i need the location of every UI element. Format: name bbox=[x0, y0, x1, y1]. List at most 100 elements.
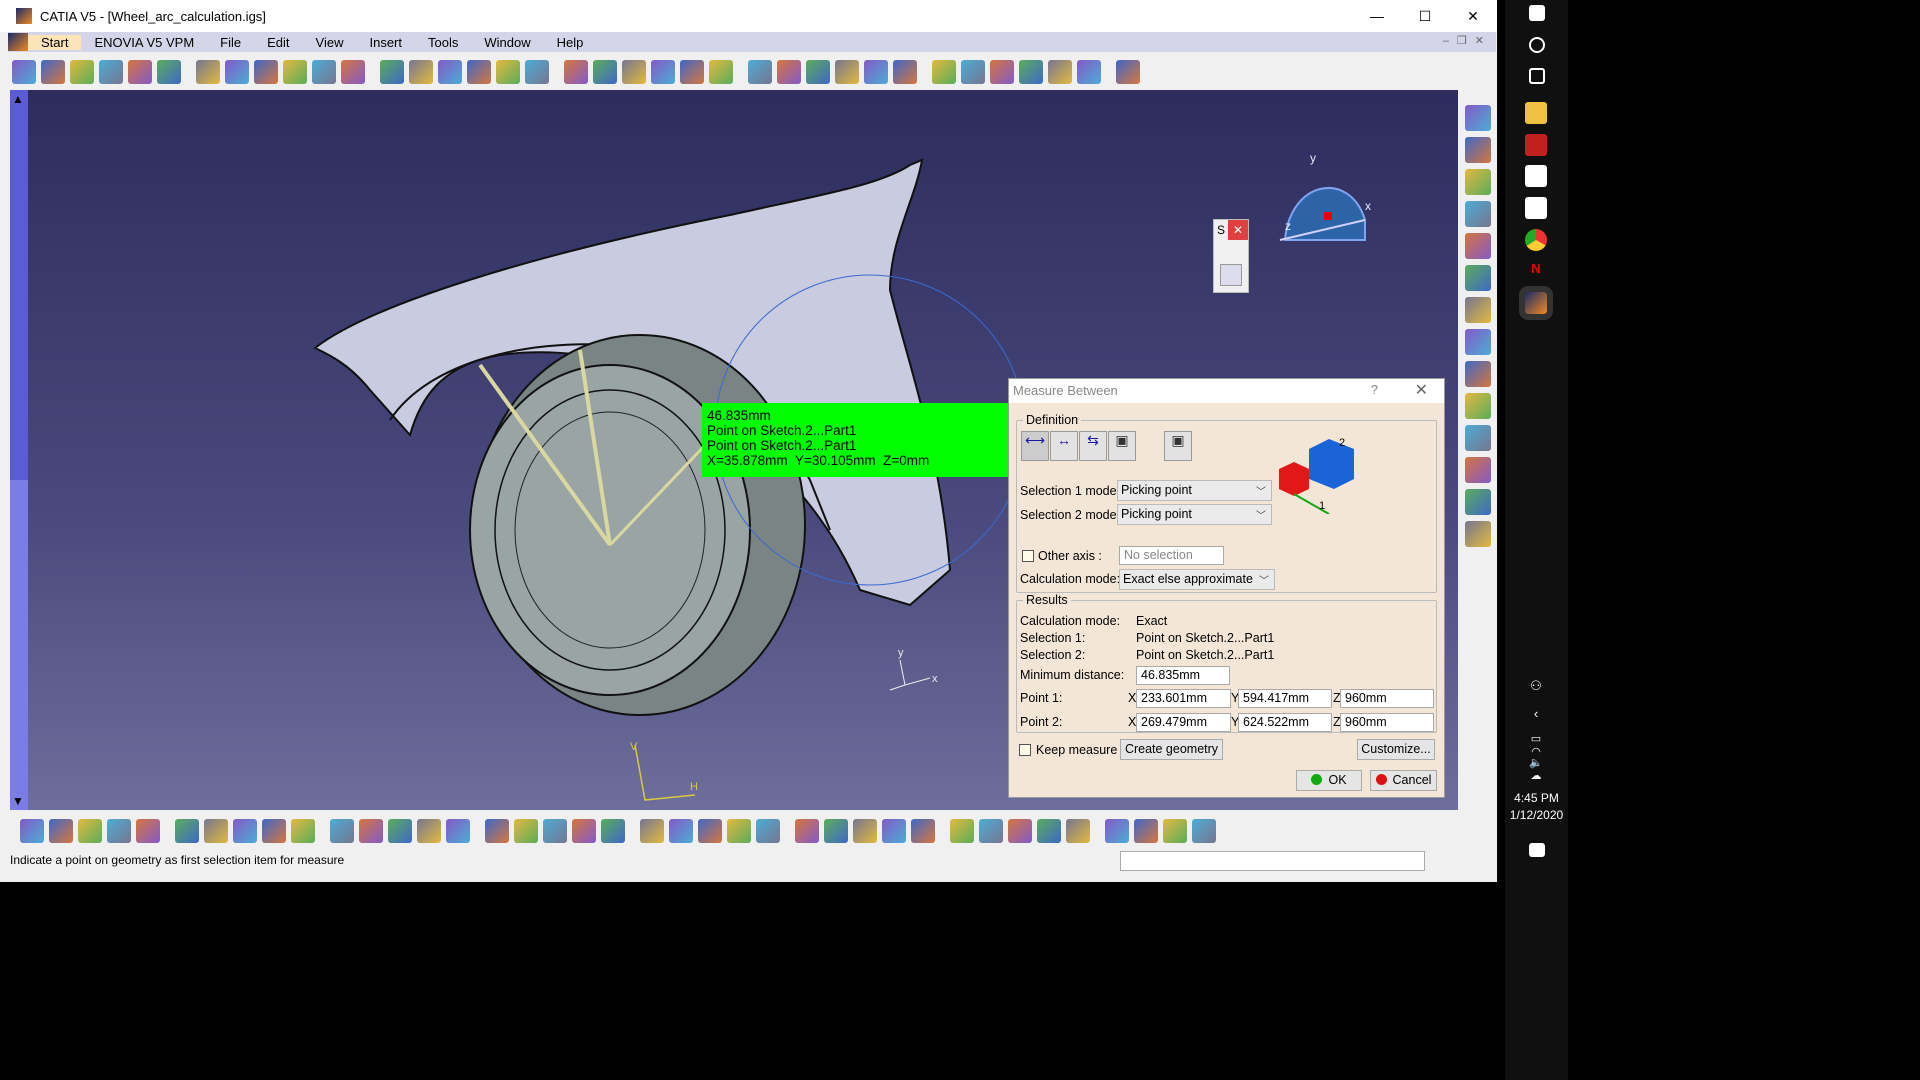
trim-icon[interactable] bbox=[525, 60, 549, 84]
help-button[interactable]: ? bbox=[1371, 382, 1378, 397]
working-support-icon[interactable] bbox=[1134, 819, 1158, 843]
save-icon[interactable] bbox=[78, 819, 102, 843]
document-window-controls[interactable]: –❐✕ bbox=[1443, 34, 1492, 47]
point1-x-field[interactable]: 233.601mm bbox=[1136, 689, 1231, 708]
shape-icon[interactable] bbox=[1464, 457, 1491, 483]
customize-button[interactable]: Customize... bbox=[1357, 739, 1435, 760]
calculation-mode-dropdown[interactable]: Exact else approximate ﹀ bbox=[1119, 569, 1275, 590]
open-icon[interactable] bbox=[49, 819, 73, 843]
search-icon[interactable] bbox=[1529, 37, 1545, 53]
dialog-close-button[interactable]: ✕ bbox=[1415, 380, 1428, 400]
menu-enovia[interactable]: ENOVIA V5 VPM bbox=[81, 35, 207, 50]
menu-tools[interactable]: Tools bbox=[415, 35, 471, 50]
battery-icon[interactable]: ▭ ◠ bbox=[1525, 732, 1547, 758]
close-button[interactable]: ✕ bbox=[1449, 0, 1497, 32]
heal-icon[interactable] bbox=[380, 60, 404, 84]
inertia-icon[interactable] bbox=[1008, 819, 1032, 843]
join-icon[interactable] bbox=[341, 60, 365, 84]
normal-view-icon[interactable] bbox=[727, 819, 751, 843]
create-geometry-button[interactable]: Create geometry bbox=[1120, 739, 1223, 760]
clock[interactable]: 4:45 PM 1/12/2020 bbox=[1505, 790, 1568, 824]
surface-icon[interactable] bbox=[1464, 393, 1491, 419]
catia-taskbar-icon[interactable] bbox=[1519, 286, 1553, 320]
pad-icon[interactable] bbox=[196, 60, 220, 84]
point-icon[interactable] bbox=[932, 60, 956, 84]
netflix-icon[interactable]: N bbox=[1525, 261, 1547, 283]
cancel-button[interactable]: Cancel bbox=[1370, 770, 1437, 791]
menu-insert[interactable]: Insert bbox=[356, 35, 415, 50]
swap-icon[interactable] bbox=[882, 819, 906, 843]
cut-icon[interactable] bbox=[136, 819, 160, 843]
menu-view[interactable]: View bbox=[303, 35, 357, 50]
grid-icon[interactable] bbox=[893, 60, 917, 84]
windows-start-icon[interactable] bbox=[1529, 5, 1545, 21]
feature-icon[interactable] bbox=[1464, 425, 1491, 451]
measure-chain-icon[interactable]: ↔ bbox=[1050, 431, 1078, 461]
projection-icon[interactable] bbox=[1019, 60, 1043, 84]
catia-menu-icon[interactable] bbox=[8, 33, 28, 51]
disassemble-icon[interactable] bbox=[438, 60, 462, 84]
sweep-icon[interactable] bbox=[12, 60, 36, 84]
compass[interactable]: y x z bbox=[1279, 151, 1371, 241]
app-icon[interactable] bbox=[1525, 134, 1547, 156]
wireframe-icon[interactable] bbox=[1464, 361, 1491, 387]
thick-icon[interactable] bbox=[254, 60, 278, 84]
menu-edit[interactable]: Edit bbox=[254, 35, 302, 50]
menu-help[interactable]: Help bbox=[544, 35, 597, 50]
hide-show-icon[interactable] bbox=[853, 819, 877, 843]
measure-item-icon[interactable] bbox=[979, 819, 1003, 843]
chevron-left-icon[interactable]: ‹ bbox=[1525, 706, 1547, 728]
viewport-scrollbar[interactable]: ▲ ▼ bbox=[10, 90, 28, 810]
measure-between-icon[interactable] bbox=[950, 819, 974, 843]
revolve-icon[interactable] bbox=[99, 60, 123, 84]
knowledge-icon[interactable] bbox=[359, 819, 383, 843]
scroll-up-icon[interactable]: ▲ bbox=[12, 92, 24, 106]
selection2-mode-dropdown[interactable]: Picking point ﹀ bbox=[1117, 504, 1272, 525]
fill-icon[interactable] bbox=[157, 60, 181, 84]
symmetry-icon[interactable] bbox=[748, 60, 772, 84]
tree-icon[interactable] bbox=[1464, 137, 1491, 163]
catia-logo-icon[interactable] bbox=[1192, 819, 1216, 843]
other-axis-field[interactable]: No selection bbox=[1119, 546, 1224, 565]
formula-icon[interactable] bbox=[330, 819, 354, 843]
command-input[interactable] bbox=[1120, 851, 1425, 871]
minimize-button[interactable]: — bbox=[1353, 0, 1401, 32]
plane-icon[interactable] bbox=[990, 60, 1014, 84]
file-explorer-icon[interactable] bbox=[1525, 102, 1547, 124]
new-icon[interactable] bbox=[20, 819, 44, 843]
extrude-icon[interactable] bbox=[70, 60, 94, 84]
fit-all-icon[interactable] bbox=[572, 819, 596, 843]
measure-icon[interactable] bbox=[485, 819, 509, 843]
translate-icon[interactable] bbox=[680, 60, 704, 84]
point2-y-field[interactable]: 624.522mm bbox=[1238, 713, 1332, 732]
camera-icon[interactable] bbox=[911, 819, 935, 843]
notifications-icon[interactable] bbox=[1529, 843, 1545, 857]
rotate-view-icon[interactable] bbox=[640, 819, 664, 843]
grid-icon[interactable] bbox=[1163, 819, 1187, 843]
rotate-icon[interactable] bbox=[709, 60, 733, 84]
point1-y-field[interactable]: 594.417mm bbox=[1238, 689, 1332, 708]
line-icon[interactable] bbox=[961, 60, 985, 84]
other-axis-checkbox[interactable] bbox=[1022, 550, 1034, 562]
selection1-mode-dropdown[interactable]: Picking point ﹀ bbox=[1117, 480, 1272, 501]
paste-icon[interactable] bbox=[204, 819, 228, 843]
offset-icon[interactable] bbox=[128, 60, 152, 84]
people-icon[interactable]: ⚇ bbox=[1525, 678, 1547, 700]
curve-icon[interactable] bbox=[1464, 489, 1491, 515]
scroll-down-icon[interactable]: ▼ bbox=[12, 794, 24, 808]
undo-icon[interactable] bbox=[233, 819, 257, 843]
multi-view-icon[interactable] bbox=[756, 819, 780, 843]
iso-view-icon[interactable] bbox=[795, 819, 819, 843]
compass-icon[interactable] bbox=[514, 819, 538, 843]
tree-icon-4[interactable] bbox=[1464, 233, 1491, 259]
update-icon[interactable] bbox=[1066, 819, 1090, 843]
repetition-icon[interactable] bbox=[864, 60, 888, 84]
shell-icon[interactable] bbox=[651, 60, 675, 84]
fillet-icon[interactable] bbox=[564, 60, 588, 84]
scaling-icon[interactable] bbox=[777, 60, 801, 84]
compass-snap-icon[interactable] bbox=[1464, 297, 1491, 323]
spline-icon[interactable] bbox=[1116, 60, 1140, 84]
draft-icon[interactable] bbox=[622, 60, 646, 84]
measure-thickness-icon[interactable]: ▣ bbox=[1164, 431, 1192, 461]
snapshot-icon[interactable] bbox=[1037, 819, 1061, 843]
